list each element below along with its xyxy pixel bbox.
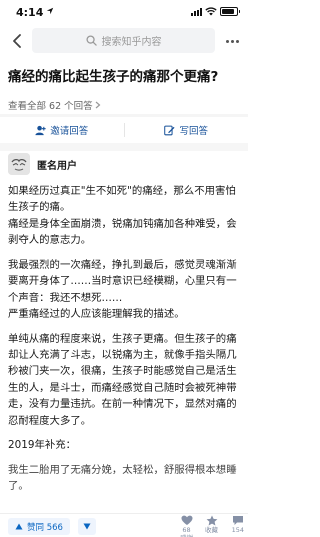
thanks-button[interactable]: 68 感谢: [180, 515, 193, 537]
bottom-actions: 68 感谢 收藏: [180, 515, 218, 537]
more-dots-icon[interactable]: [224, 34, 240, 48]
person-add-icon: [35, 125, 46, 135]
nav-bar: 搜索知乎内容: [0, 26, 248, 56]
battery-fill: [222, 9, 234, 14]
location-arrow-icon: [46, 7, 54, 15]
question-title[interactable]: 痛经的痛比起生孩子的痛那个更痛?: [8, 68, 240, 87]
chevron-right-icon: [95, 101, 101, 109]
search-icon: [85, 35, 97, 46]
star-icon: [206, 515, 217, 526]
search-placeholder: 搜索知乎内容: [101, 37, 162, 48]
triangle-down-icon: [83, 523, 91, 530]
answers-link-label: 查看全部 62 个回答: [8, 101, 93, 112]
wifi-icon: [205, 7, 217, 16]
question-actions: 邀请回答 写回答: [0, 117, 248, 143]
status-bar: 4:14: [0, 0, 248, 24]
thanks-count: 68: [182, 526, 191, 534]
favorite-button[interactable]: 收藏: [205, 515, 218, 537]
answer-paragraph: 如果经历过真正"生不如死"的痛经，那么不用害怕生孩子的痛。 痛经是身体全面崩溃，…: [8, 185, 237, 247]
status-indicators: [191, 7, 240, 16]
comment-bubble-icon: [232, 516, 243, 525]
avatar: [8, 153, 30, 175]
bottom-action-bar: 赞同 566 68 感谢 收藏 154: [0, 513, 248, 537]
upvote-label: 赞同 566: [27, 522, 63, 533]
anonymous-avatar-icon: [8, 153, 30, 175]
answer-content: 如果经历过真正"生不如死"的痛经，那么不用害怕生孩子的痛。 痛经是身体全面崩溃，…: [8, 183, 242, 503]
section-gap: [0, 143, 248, 151]
comment-count: 154: [231, 526, 244, 534]
heart-icon: [181, 515, 192, 525]
answer-paragraph: 我生二胎用了无痛分娩，太轻松，舒服得根本想睡了。: [8, 463, 237, 493]
back-button[interactable]: [8, 32, 26, 50]
answer-paragraph: 2019年补充：: [8, 439, 77, 452]
favorite-label: 收藏: [205, 526, 218, 534]
chevron-left-icon: [13, 34, 21, 48]
view-all-answers-link[interactable]: 查看全部 62 个回答: [8, 98, 101, 112]
pencil-icon: [164, 125, 176, 135]
author-row[interactable]: 匿名用户: [8, 153, 77, 175]
triangle-up-icon: [15, 523, 23, 530]
search-input[interactable]: 搜索知乎内容: [32, 28, 215, 53]
downvote-button[interactable]: [78, 518, 96, 535]
status-time: 4:14: [16, 6, 44, 19]
upvote-button[interactable]: 赞同 566: [8, 518, 70, 535]
write-answer-label: 写回答: [179, 126, 208, 137]
invite-answer-label: 邀请回答: [50, 126, 89, 137]
signal-icon: [191, 7, 202, 16]
invite-answer-button[interactable]: 邀请回答: [0, 117, 124, 143]
answer-paragraph: 单纯从痛的程度来说，生孩子更痛。但生孩子的痛却让人充满了斗志，以锐痛为主，就像手…: [8, 332, 237, 427]
author-name: 匿名用户: [37, 160, 77, 172]
write-answer-button[interactable]: 写回答: [125, 117, 249, 143]
answer-paragraph: 我最强烈的一次痛经，挣扎到最后，感觉灵魂渐渐要离开身体了……当时意识已经模糊，心…: [8, 258, 237, 321]
battery-icon: [220, 7, 240, 16]
comment-button[interactable]: 154: [232, 515, 244, 534]
